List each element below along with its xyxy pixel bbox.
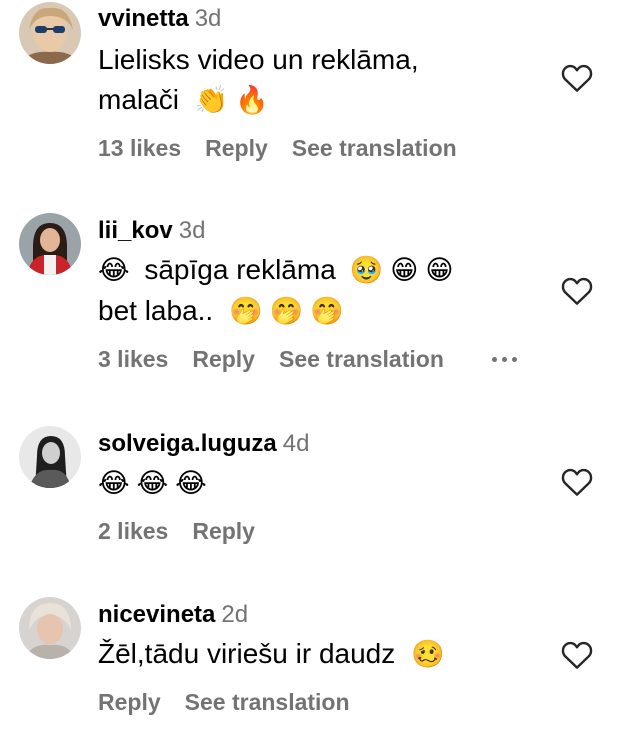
comment-text-segment: malači <box>98 84 179 115</box>
comment-text-line: malači 👏 🔥 <box>98 80 553 121</box>
comment-text-line: bet laba.. 🤭 🤭 🤭 <box>98 291 553 332</box>
clapping-hands-icon: 👏 <box>194 85 229 116</box>
comment-text-line: Žēl,tādu viriešu ir daudz 🥴 <box>98 634 553 675</box>
comment-actions: 3 likes Reply See translation <box>98 346 553 373</box>
likes-count[interactable]: 13 likes <box>98 135 181 162</box>
avatar[interactable] <box>19 213 81 275</box>
avatar[interactable] <box>19 597 81 659</box>
heart-icon[interactable] <box>561 276 593 306</box>
comment-actions: 2 likes Reply <box>98 518 553 545</box>
comment-username[interactable]: solveiga.luguza <box>98 430 277 457</box>
hand-over-mouth-icon: 🤭 <box>269 296 304 327</box>
woozy-face-icon: 🥴 <box>411 639 445 670</box>
comment-username[interactable]: lii_kov <box>98 217 173 244</box>
laughing-tears-icon: 😂 <box>98 255 130 286</box>
comment-time: 4d <box>282 430 310 457</box>
grinning-face-icon: 😁 <box>390 255 419 286</box>
comment-text: Žēl,tādu viriešu ir daudz 🥴 <box>98 634 553 675</box>
heart-icon[interactable] <box>561 63 593 93</box>
avatar[interactable] <box>19 426 81 488</box>
comment-text-line: 😂 sāpīga reklāma 🥹 😁 😁 <box>98 250 553 291</box>
likes-count[interactable]: 2 likes <box>98 518 168 545</box>
heart-icon[interactable] <box>561 467 593 497</box>
laughing-tears-icon: 😂 <box>98 468 130 499</box>
comment-text-segment: bet laba.. <box>98 295 214 326</box>
reply-button[interactable]: Reply <box>192 518 255 545</box>
likes-count[interactable]: 3 likes <box>98 346 168 373</box>
pleading-face-icon: 🥹 <box>349 255 384 286</box>
heart-icon[interactable] <box>561 640 593 670</box>
reply-button[interactable]: Reply <box>192 346 255 373</box>
comment-time: 3d <box>178 217 206 244</box>
comment-time: 2d <box>221 601 249 628</box>
see-translation-link[interactable]: See translation <box>185 689 350 716</box>
comment-text: 😂 😂 😂 <box>98 463 553 504</box>
see-translation-link[interactable]: See translation <box>292 135 457 162</box>
grinning-face-icon: 😁 <box>425 255 454 286</box>
fire-icon: 🔥 <box>235 85 269 116</box>
more-options-icon[interactable] <box>491 357 517 362</box>
reply-button[interactable]: Reply <box>205 135 268 162</box>
reply-button[interactable]: Reply <box>98 689 161 716</box>
laughing-tears-icon: 😂 <box>175 468 207 499</box>
comment-text-segment: Žēl,tādu viriešu ir daudz <box>98 638 396 669</box>
hand-over-mouth-icon: 🤭 <box>310 296 344 327</box>
comment-text-line: 😂 😂 😂 <box>98 463 553 504</box>
comment-text: Lielisks video un reklāma, malači 👏 🔥 <box>98 40 553 121</box>
hand-over-mouth-icon: 🤭 <box>228 296 263 327</box>
comment-text-segment: sāpīga reklāma <box>144 254 336 285</box>
comment-actions: 13 likes Reply See translation <box>98 135 553 162</box>
comment-time: 3d <box>194 5 222 32</box>
comment-actions: Reply See translation <box>98 689 553 716</box>
comment-text-line: Lielisks video un reklāma, <box>98 44 419 75</box>
comment-username[interactable]: vvinetta <box>98 5 189 32</box>
avatar[interactable] <box>19 2 81 64</box>
comment-username[interactable]: nicevineta <box>98 601 215 628</box>
comment-text: 😂 sāpīga reklāma 🥹 😁 😁 bet laba.. 🤭 🤭 🤭 <box>98 250 553 332</box>
laughing-tears-icon: 😂 <box>136 468 169 499</box>
see-translation-link[interactable]: See translation <box>279 346 444 373</box>
